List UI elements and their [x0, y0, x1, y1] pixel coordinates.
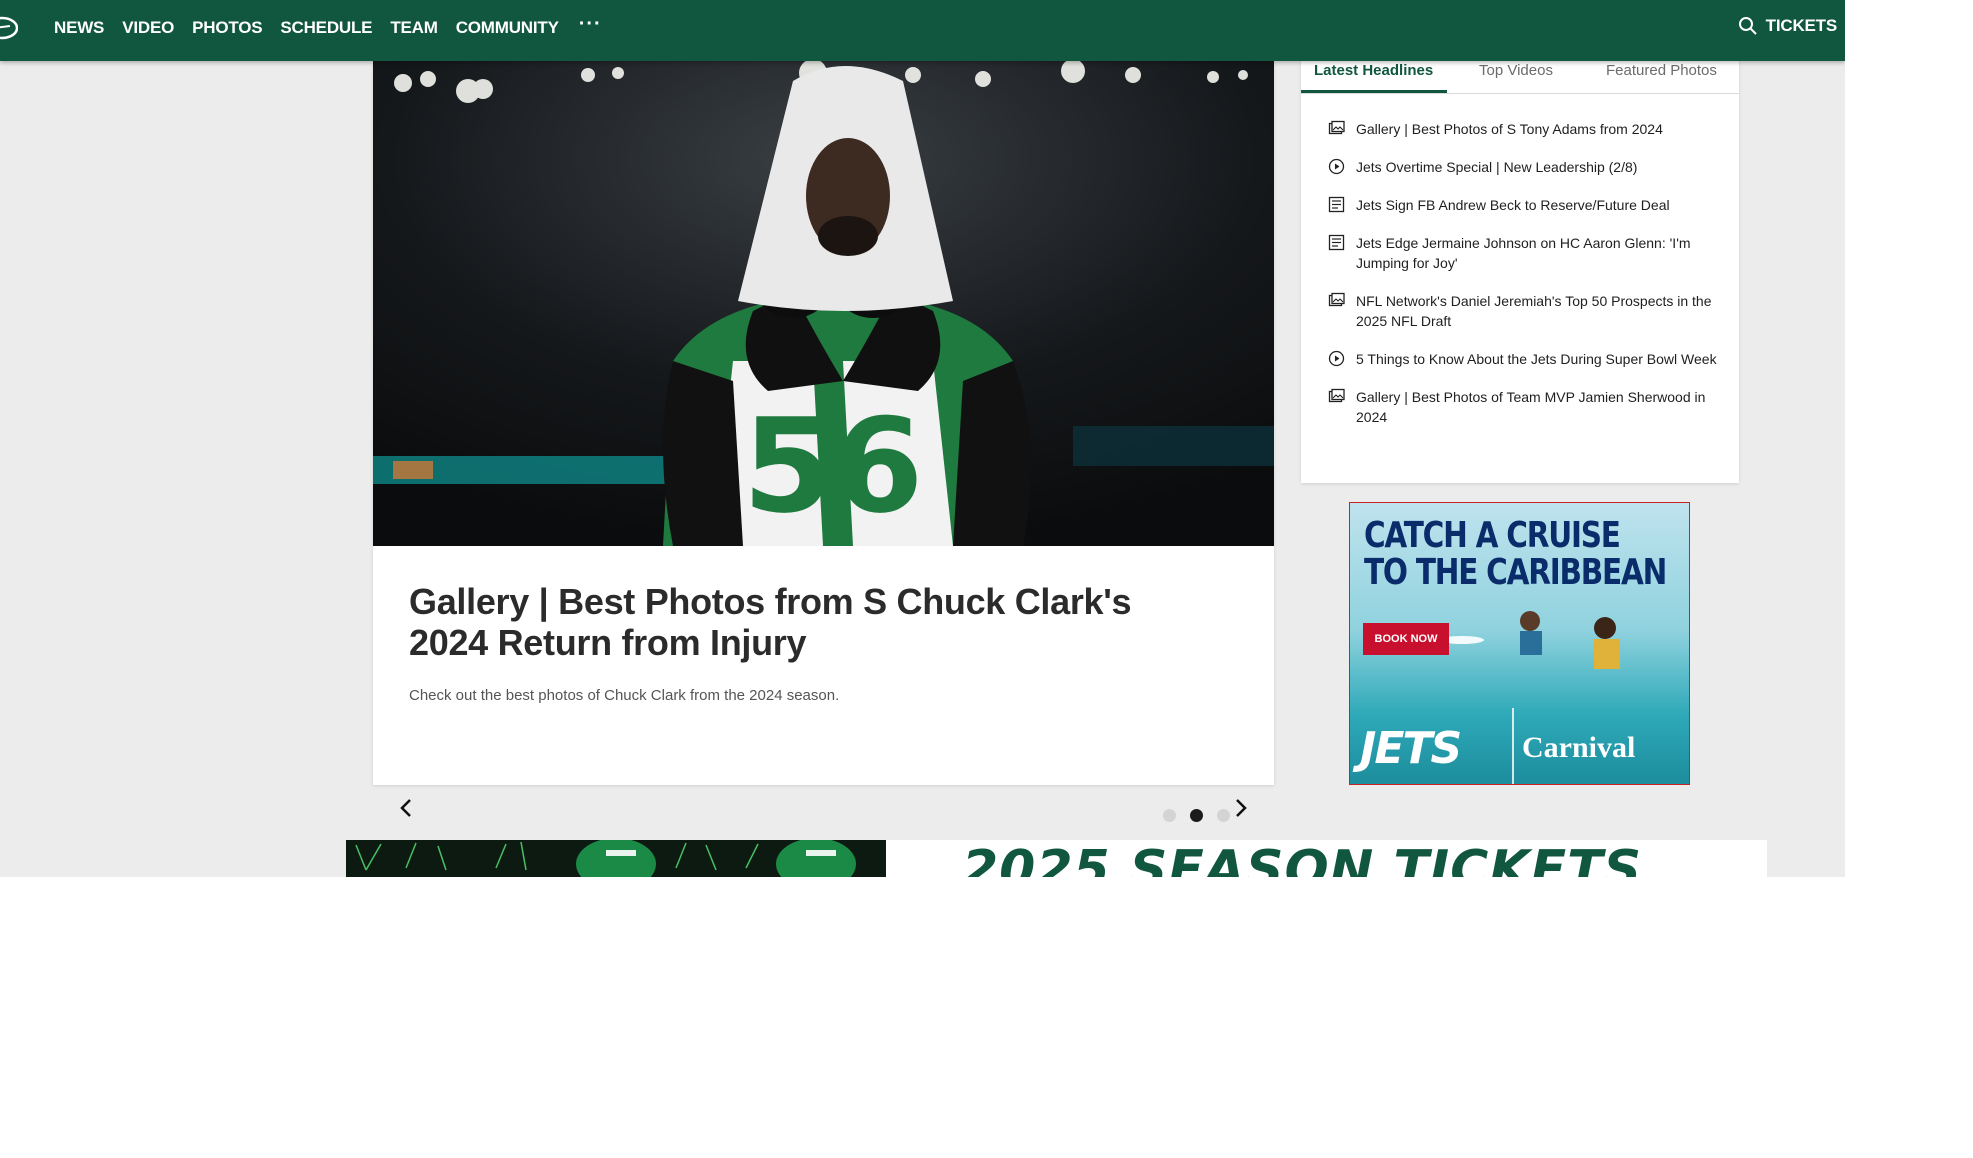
hero-photo[interactable]: 56: [373, 61, 1274, 546]
panel-tabs: Latest Headlines Top Videos Featured Pho…: [1301, 56, 1739, 94]
video-play-icon: [1328, 158, 1345, 175]
nav-right: TICKETS: [1738, 16, 1837, 36]
gallery-icon: [1328, 388, 1345, 403]
nav-item-schedule[interactable]: SCHEDULE: [280, 18, 372, 38]
top-navigation: NEWS VIDEO PHOTOS SCHEDULE TEAM COMMUNIT…: [0, 0, 1845, 61]
list-item[interactable]: 5 Things to Know About the Jets During S…: [1328, 349, 1723, 369]
banner-headline: 2025 SEASON TICKETS: [962, 840, 1643, 877]
list-item[interactable]: NFL Network's Daniel Jeremiah's Top 50 P…: [1328, 291, 1723, 331]
carousel-dot-2[interactable]: [1190, 809, 1203, 822]
hero-carousel: 56 Gallery | Best Photos from S Chuck Cl…: [373, 61, 1274, 822]
list-item[interactable]: Gallery | Best Photos of S Tony Adams fr…: [1328, 119, 1723, 139]
jets-wordmark: JETS: [1360, 723, 1462, 774]
tab-latest-headlines[interactable]: Latest Headlines: [1314, 62, 1433, 79]
article-icon: [1328, 196, 1345, 213]
headline-text: 5 Things to Know About the Jets During S…: [1356, 351, 1717, 367]
headline-text: Jets Edge Jermaine Johnson on HC Aaron G…: [1356, 235, 1691, 271]
article-icon: [1328, 234, 1345, 251]
svg-text:56: 56: [743, 390, 924, 542]
book-now-button[interactable]: BOOK NOW: [1363, 623, 1449, 655]
banner-fireworks-image: [346, 840, 886, 877]
list-item[interactable]: Jets Overtime Special | New Leadership (…: [1328, 157, 1723, 177]
nav-item-team[interactable]: TEAM: [390, 18, 438, 38]
tab-featured-photos[interactable]: Featured Photos: [1606, 62, 1717, 79]
ad-headline-line2: TO THE CARIBBEAN: [1364, 552, 1667, 593]
nav-item-community[interactable]: COMMUNITY: [456, 18, 559, 38]
active-tab-indicator: [1301, 90, 1447, 93]
headline-text: Jets Overtime Special | New Leadership (…: [1356, 159, 1638, 175]
tickets-link[interactable]: TICKETS: [1766, 16, 1838, 36]
search-icon[interactable]: [1738, 16, 1758, 36]
headlines-panel: Latest Headlines Top Videos Featured Pho…: [1301, 56, 1739, 483]
chevron-left-icon[interactable]: [395, 796, 419, 820]
video-play-icon: [1328, 350, 1345, 367]
cruise-advertisement[interactable]: CATCH A CRUISE TO THE CARIBBEAN BOOK NOW…: [1349, 502, 1690, 785]
carnival-wordmark: Carnival: [1522, 731, 1636, 764]
carousel-dot-1[interactable]: [1163, 809, 1176, 822]
ad-headline-line1: CATCH A CRUISE: [1364, 515, 1621, 556]
more-menu-button[interactable]: ···: [579, 13, 602, 36]
ad-headline: CATCH A CRUISE TO THE CARIBBEAN: [1364, 515, 1667, 593]
gallery-icon: [1328, 292, 1345, 307]
nav-item-photos[interactable]: PHOTOS: [192, 18, 262, 38]
list-item[interactable]: Gallery | Best Photos of Team MVP Jamien…: [1328, 387, 1723, 427]
season-tickets-banner[interactable]: 2025 SEASON TICKETS: [346, 840, 1767, 877]
nav-menu: NEWS VIDEO PHOTOS SCHEDULE TEAM COMMUNIT…: [54, 0, 602, 56]
nav-item-news[interactable]: NEWS: [54, 18, 104, 38]
gallery-icon: [1328, 120, 1345, 135]
list-item[interactable]: Jets Sign FB Andrew Beck to Reserve/Futu…: [1328, 195, 1723, 215]
chevron-right-icon[interactable]: [1228, 796, 1252, 820]
hero-description: Check out the best photos of Chuck Clark…: [409, 687, 840, 704]
headline-text: Gallery | Best Photos of Team MVP Jamien…: [1356, 389, 1706, 425]
tab-top-videos[interactable]: Top Videos: [1479, 62, 1553, 79]
site-viewport: NEWS VIDEO PHOTOS SCHEDULE TEAM COMMUNIT…: [0, 0, 1845, 877]
headline-list: Gallery | Best Photos of S Tony Adams fr…: [1328, 119, 1723, 427]
nav-item-video[interactable]: VIDEO: [122, 18, 174, 38]
jets-logo[interactable]: [0, 12, 18, 44]
hero-title[interactable]: Gallery | Best Photos from S Chuck Clark…: [409, 581, 1209, 663]
list-item[interactable]: Jets Edge Jermaine Johnson on HC Aaron G…: [1328, 233, 1723, 273]
headline-text: Jets Sign FB Andrew Beck to Reserve/Futu…: [1356, 197, 1670, 213]
headline-text: NFL Network's Daniel Jeremiah's Top 50 P…: [1356, 293, 1712, 329]
headline-text: Gallery | Best Photos of S Tony Adams fr…: [1356, 121, 1663, 137]
